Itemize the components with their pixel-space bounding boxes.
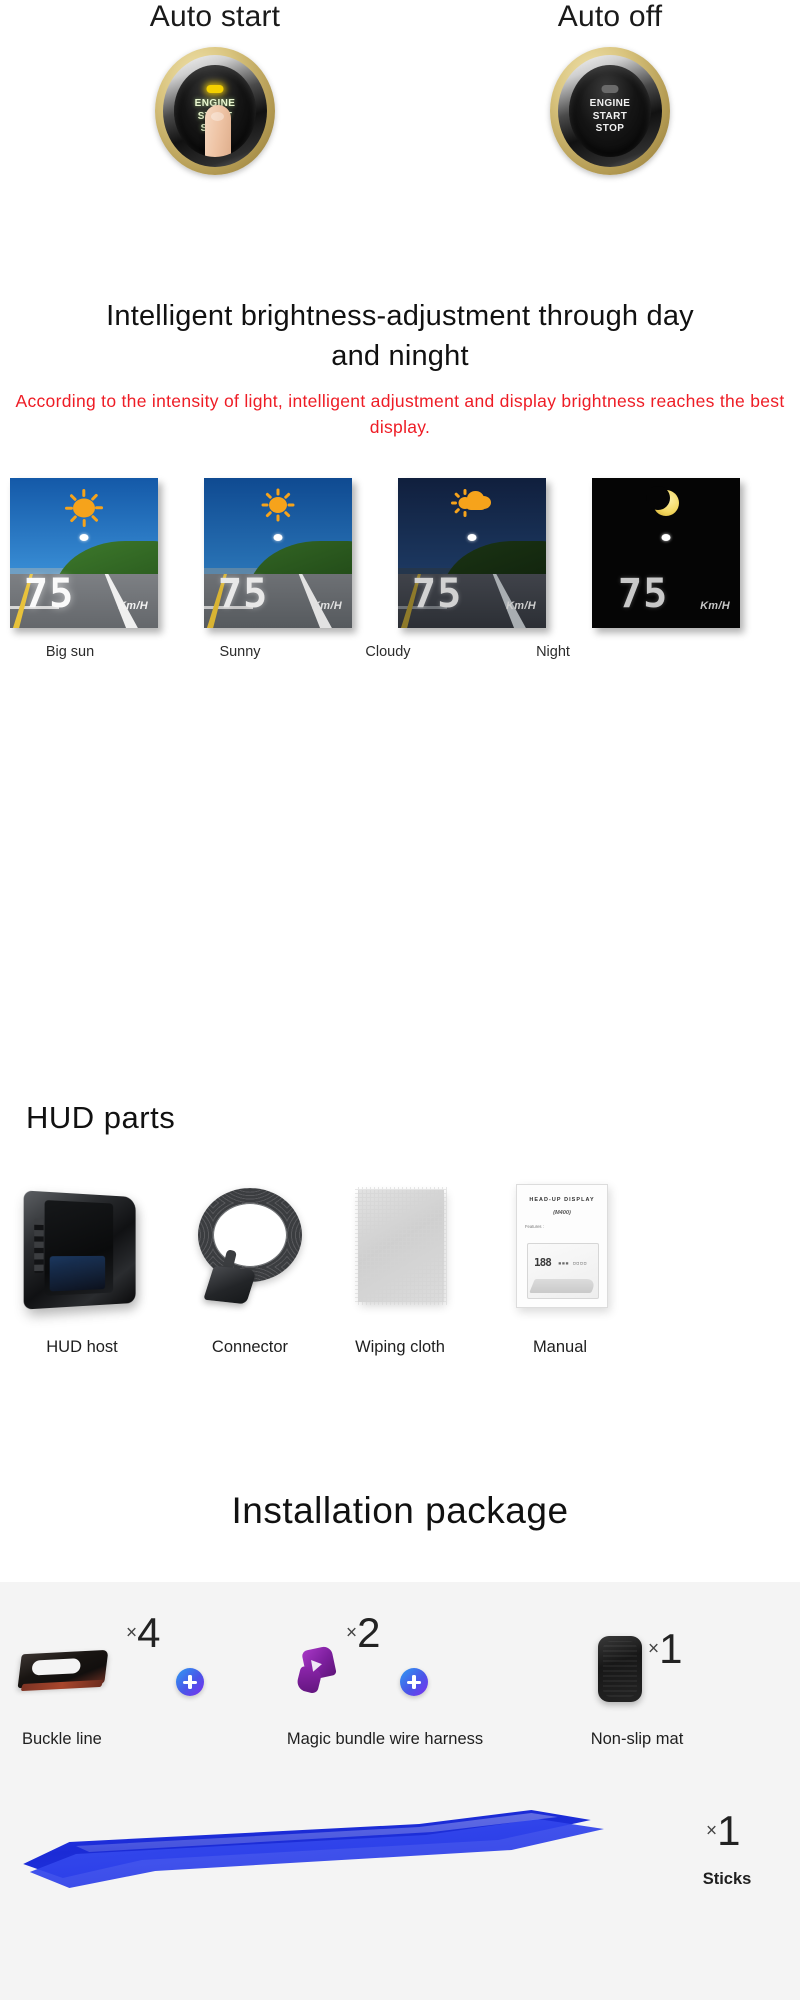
button-label-off: ENGINE START STOP [569,98,651,136]
panel-label-cloudy: Cloudy [365,644,411,660]
kit-magic-bundle-wire-harness: ×2 Magic bundle wire harness [250,1590,520,1780]
manual-display-digits: 188 [534,1256,552,1269]
plus-icon [176,1668,204,1696]
harness-qty: ×2 [346,1609,380,1656]
button-face: ENGINE START STOP [174,65,256,157]
non-slip-mat-icon: ×1 [520,1590,800,1730]
brightness-panel-sunny: 75 Km/H [204,478,352,628]
kit-non-slip-mat: ×1 Non-slip mat [520,1590,800,1780]
qty-x-symbol: × [706,1820,718,1842]
part-label-manual: Manual [532,1338,588,1356]
projection-dot [467,534,477,541]
hud-parts-row: HUD host Connector Wiping cloth HEAD-UP … [0,1172,800,1372]
product-detail-page: Auto start ENGINE START STOP Auto off [0,0,800,2000]
hud-speed-value: 75 [24,571,75,617]
hud-speed-value: 75 [218,571,269,617]
installation-heading: Installation package [231,1490,569,1531]
qty-number: 2 [357,1609,380,1656]
panel-label-sunny: Sunny [219,644,261,660]
finger-icon [205,105,232,157]
kit-label-buckle-line: Buckle line [22,1730,102,1748]
hud-speed-value: 75 [412,571,463,617]
pry-tool-icon [10,1802,670,1902]
qty-number: 1 [717,1807,740,1854]
button-line-1: ENGINE [589,98,631,109]
button-line-2: START [592,110,628,122]
led-indicator-off [601,85,619,93]
manual-diagram: 188 ▪▪▪ ▫▫▫▫ [527,1243,599,1299]
led-indicator-on [206,85,224,93]
buckle-line-icon: ×4 [0,1590,250,1730]
brightness-panel-cloudy: 75 Km/H [398,478,546,628]
manual-features-label: Features : [525,1224,544,1229]
auto-start-group: Auto start ENGINE START STOP [65,0,365,176]
auto-off-title: Auto off [557,0,663,33]
hud-speed-value: 75 [618,571,669,617]
mat-qty: ×1 [648,1625,682,1672]
kit-label-sticks: Sticks [702,1870,752,1888]
button-line-3: STOP [595,123,625,134]
hud-speed-unit: Km/H [700,600,730,612]
engine-start-stop-button-off[interactable]: ENGINE START STOP [545,46,675,176]
brightness-panel-night: 75 Km/H [592,478,740,628]
qty-number: 4 [137,1609,160,1656]
sun-icon [260,487,296,523]
manual-model: (M400) [553,1210,571,1216]
brightness-heading: Intelligent brightness-adjustment throug… [106,300,694,372]
manual-title: HEAD-UP DISPLAY [529,1197,595,1203]
auto-start-title: Auto start [149,0,281,33]
crescent-moon-icon [646,486,679,516]
projection-dot [79,534,89,541]
brightness-section: Intelligent brightness-adjustment throug… [0,296,800,660]
brightness-panel-labels: Big sun Sunny Cloudy Night [10,644,790,674]
projection-dot [661,534,671,541]
buckle-qty: ×4 [126,1609,160,1656]
engine-button-section: Auto start ENGINE START STOP Auto off [0,0,800,260]
manual-icon: HEAD-UP DISPLAY (M400) Features : 188 ▪▪… [460,1172,660,1332]
installation-items-row: ×4 Buckle line ×2 Magic bundle wire harn… [0,1590,800,1780]
qty-x-symbol: × [648,1638,660,1660]
engine-start-stop-button-on[interactable]: ENGINE START STOP [150,46,280,176]
hud-speed-unit: Km/H [118,600,148,612]
button-face: ENGINE START STOP [569,65,651,157]
kit-label-magic-harness: Magic bundle wire harness [286,1730,484,1748]
panel-label-night: Night [536,644,570,660]
sun-icon [63,487,105,529]
auto-off-group: Auto off ENGINE START STOP [460,0,760,176]
qty-x-symbol: × [126,1622,138,1644]
brightness-panel-big-sun: 75 Km/H [10,478,158,628]
qty-number: 1 [659,1625,682,1672]
sun-behind-cloud-icon [451,487,493,521]
hud-speed-unit: Km/H [312,600,342,612]
brightness-panels: 75 Km/H 75 Km/H 75 Km/H 75 Km/H [10,478,790,628]
panel-label-big-sun: Big sun [45,644,95,660]
plus-icon [400,1668,428,1696]
hud-parts-heading: HUD parts [26,1100,176,1135]
projection-dot [273,534,283,541]
brightness-subheading: According to the intensity of light, int… [15,391,785,437]
hud-speed-unit: Km/H [506,600,536,612]
kit-buckle-line: ×4 Buckle line [0,1590,250,1780]
installation-package-section: Installation package ×4 Buckle line ×2 M… [0,1490,800,2000]
velcro-strap-icon: ×2 [250,1590,520,1730]
part-manual: HEAD-UP DISPLAY (M400) Features : 188 ▪▪… [460,1172,660,1372]
sticks-qty: ×1 [706,1807,740,1854]
sticks-row: ×1 Sticks [0,1780,800,1950]
qty-x-symbol: × [346,1622,358,1644]
hud-parts-section: HUD parts HUD host Connector Wiping clot… [0,1100,800,1460]
kit-label-non-slip-mat: Non-slip mat [590,1730,684,1748]
